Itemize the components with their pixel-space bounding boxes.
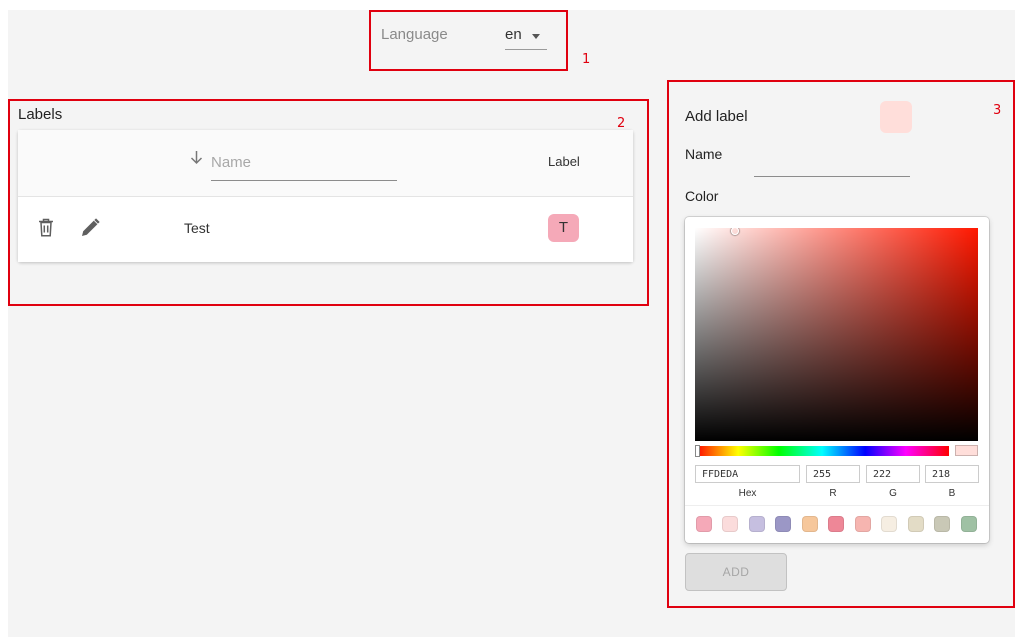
- preset-swatch[interactable]: [696, 516, 712, 532]
- labels-panel-title: Labels: [18, 106, 63, 123]
- dropdown-arrow-icon: [532, 34, 540, 39]
- preset-swatch[interactable]: [802, 516, 818, 532]
- annotation-number-3: 3: [993, 103, 1002, 118]
- preset-swatch[interactable]: [855, 516, 871, 532]
- name-filter-placeholder: Name: [211, 154, 252, 171]
- name-filter-input[interactable]: Name: [211, 146, 397, 181]
- sort-arrow-down-icon[interactable]: [190, 150, 203, 170]
- color-field-label: Color: [685, 188, 719, 204]
- label-column-header: Label: [548, 154, 580, 169]
- hex-caption: Hex: [738, 488, 757, 499]
- hue-slider-handle[interactable]: [695, 445, 700, 457]
- hex-input[interactable]: [695, 465, 800, 483]
- delete-trash-icon[interactable]: [38, 218, 54, 242]
- preset-swatch[interactable]: [775, 516, 791, 532]
- color-preview-swatch: [880, 101, 912, 133]
- annotation-number-1: 1: [582, 52, 591, 67]
- labels-table: Name Label Test T: [18, 130, 633, 262]
- preset-swatch[interactable]: [722, 516, 738, 532]
- edit-pencil-icon[interactable]: [81, 218, 100, 242]
- green-input[interactable]: [866, 465, 920, 483]
- preset-swatch[interactable]: [881, 516, 897, 532]
- color-picker: Hex R G B: [685, 217, 989, 543]
- blue-caption: B: [948, 488, 956, 499]
- language-value: en: [505, 26, 522, 43]
- annotation-number-2: 2: [617, 116, 626, 131]
- green-caption: G: [889, 488, 897, 499]
- blue-input[interactable]: [925, 465, 979, 483]
- language-label: Language: [381, 26, 448, 43]
- label-chip: T: [548, 214, 579, 242]
- preset-swatch[interactable]: [934, 516, 950, 532]
- language-select[interactable]: en: [505, 22, 547, 50]
- preset-swatch[interactable]: [828, 516, 844, 532]
- table-row: Test T: [18, 197, 633, 262]
- red-caption: R: [829, 488, 837, 499]
- label-name-cell: Test: [184, 220, 210, 236]
- preset-swatch[interactable]: [961, 516, 977, 532]
- red-input[interactable]: [806, 465, 860, 483]
- preset-swatch[interactable]: [749, 516, 765, 532]
- preset-swatches: [685, 505, 989, 544]
- name-field-label: Name: [685, 146, 723, 162]
- table-header: Name Label: [18, 130, 633, 197]
- current-color-swatch: [955, 445, 978, 456]
- preset-swatch[interactable]: [908, 516, 924, 532]
- saturation-area[interactable]: [695, 228, 978, 441]
- add-button[interactable]: ADD: [685, 553, 787, 591]
- hue-slider[interactable]: [695, 445, 949, 457]
- add-label-title: Add label: [685, 108, 748, 125]
- label-name-input[interactable]: [754, 148, 910, 177]
